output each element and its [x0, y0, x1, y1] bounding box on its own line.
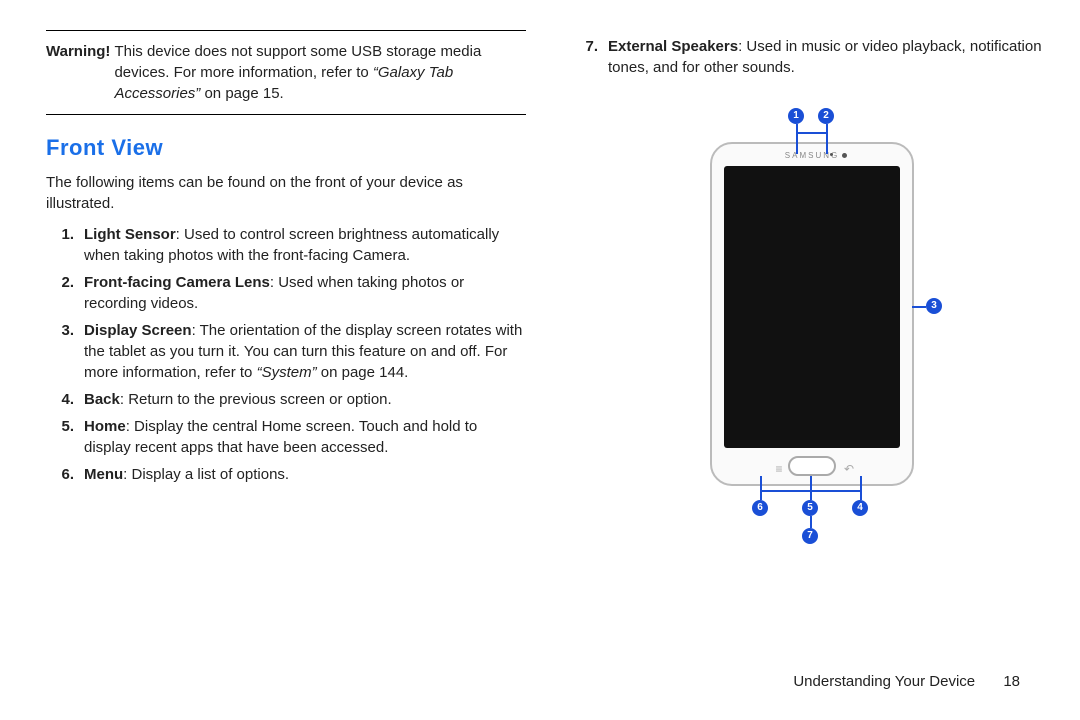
- home-button-icon: [788, 456, 836, 476]
- item-text: : Return to the previous screen or optio…: [120, 391, 392, 408]
- item-number: 7.: [570, 36, 598, 78]
- tablet-outline: SAMSUNG ≡ ↶: [710, 142, 914, 486]
- item-name: External Speakers: [608, 38, 738, 55]
- brand-text: SAMSUNG: [712, 150, 912, 161]
- warning-label: Warning!: [46, 41, 110, 104]
- item-number: 3.: [46, 320, 74, 383]
- item-name: Menu: [84, 466, 123, 483]
- page-number: 18: [1003, 673, 1020, 690]
- item-text: : Display a list of options.: [123, 466, 289, 483]
- item-name: Home: [84, 418, 126, 435]
- callout-badge-1: 1: [788, 108, 804, 124]
- item-desc: Menu: Display a list of options.: [84, 464, 526, 485]
- right-column: 7. External Speakers: Used in music or v…: [570, 30, 1050, 542]
- item-number: 5.: [46, 416, 74, 458]
- rule-bottom: [46, 114, 526, 115]
- leader-line: [912, 306, 926, 308]
- item-desc: Light Sensor: Used to control screen bri…: [84, 224, 526, 266]
- warning-block: Warning! This device does not support so…: [46, 31, 526, 114]
- item-name: Display Screen: [84, 322, 192, 339]
- list-item: 6. Menu: Display a list of options.: [46, 464, 526, 485]
- item-desc: Front-facing Camera Lens: Used when taki…: [84, 272, 526, 314]
- list-item: 1. Light Sensor: Used to control screen …: [46, 224, 526, 266]
- front-camera-icon: [842, 153, 847, 158]
- display-screen-icon: [724, 166, 900, 448]
- item-number: 6.: [46, 464, 74, 485]
- item-name: Back: [84, 391, 120, 408]
- item-desc: External Speakers: Used in music or vide…: [608, 36, 1050, 78]
- leader-line: [826, 124, 828, 154]
- light-sensor-icon: [830, 153, 833, 156]
- item-number: 4.: [46, 389, 74, 410]
- callout-badge-2: 2: [818, 108, 834, 124]
- warning-text: This device does not support some USB st…: [114, 41, 526, 104]
- item-desc: Home: Display the central Home screen. T…: [84, 416, 526, 458]
- leader-line: [760, 476, 762, 500]
- item-number: 2.: [46, 272, 74, 314]
- leader-line: [796, 132, 828, 134]
- leader-line: [810, 516, 812, 528]
- warning-xref-suffix: on page 15.: [200, 85, 283, 102]
- chapter-title: Understanding Your Device: [793, 673, 975, 690]
- feature-list-cont: 7. External Speakers: Used in music or v…: [570, 36, 1050, 78]
- back-key-icon: ↶: [842, 461, 856, 473]
- item-name: Front-facing Camera Lens: [84, 274, 270, 291]
- item-xref-suffix: on page 144.: [317, 364, 409, 381]
- callout-badge-7: 7: [802, 528, 818, 544]
- item-number: 1.: [46, 224, 74, 266]
- leader-line: [760, 490, 862, 492]
- item-desc: Back: Return to the previous screen or o…: [84, 389, 526, 410]
- page-footer: Understanding Your Device 18: [793, 671, 1020, 692]
- leader-line: [810, 476, 812, 500]
- left-column: Warning! This device does not support so…: [46, 30, 526, 491]
- section-heading: Front View: [46, 133, 526, 164]
- callout-badge-3: 3: [926, 298, 942, 314]
- callout-badge-5: 5: [802, 500, 818, 516]
- leader-line: [796, 124, 798, 154]
- leader-line: [860, 476, 862, 500]
- item-text: : Display the central Home screen. Touch…: [84, 418, 477, 456]
- feature-list: 1. Light Sensor: Used to control screen …: [46, 224, 526, 485]
- callout-badge-6: 6: [752, 500, 768, 516]
- manual-page: Warning! This device does not support so…: [0, 0, 1080, 720]
- menu-key-icon: ≡: [772, 461, 786, 473]
- item-xref: “System”: [257, 364, 317, 381]
- list-item: 3. Display Screen: The orientation of th…: [46, 320, 526, 383]
- list-item: 5. Home: Display the central Home screen…: [46, 416, 526, 458]
- callout-badge-4: 4: [852, 500, 868, 516]
- list-item: 7. External Speakers: Used in music or v…: [570, 36, 1050, 78]
- list-item: 4. Back: Return to the previous screen o…: [46, 389, 526, 410]
- item-desc: Display Screen: The orientation of the d…: [84, 320, 526, 383]
- list-item: 2. Front-facing Camera Lens: Used when t…: [46, 272, 526, 314]
- section-intro: The following items can be found on the …: [46, 172, 526, 214]
- item-name: Light Sensor: [84, 226, 176, 243]
- device-diagram: SAMSUNG ≡ ↶ 1 2 3 4 5 6: [680, 102, 940, 542]
